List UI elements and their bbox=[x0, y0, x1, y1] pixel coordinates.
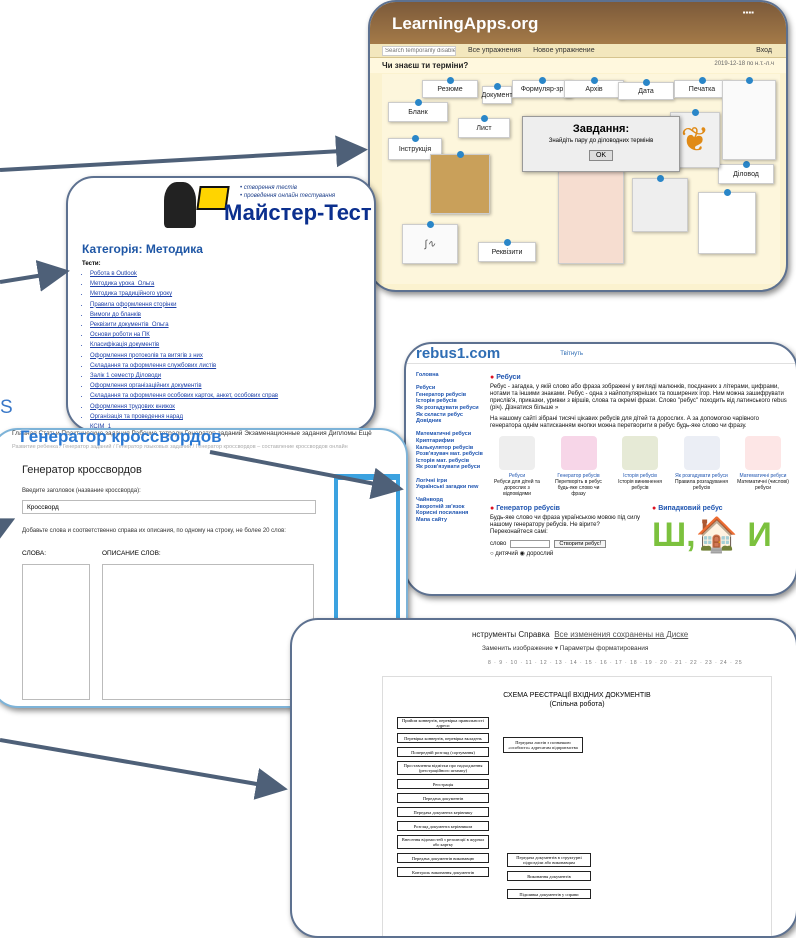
arrow-to-docs bbox=[0, 738, 288, 800]
arrow-to-maister bbox=[0, 260, 70, 292]
arrow-to-learningapps bbox=[0, 135, 368, 172]
arrows-layer bbox=[0, 135, 404, 800]
arrow-to-crossword bbox=[0, 518, 16, 548]
arrow-to-rebus bbox=[209, 450, 404, 500]
